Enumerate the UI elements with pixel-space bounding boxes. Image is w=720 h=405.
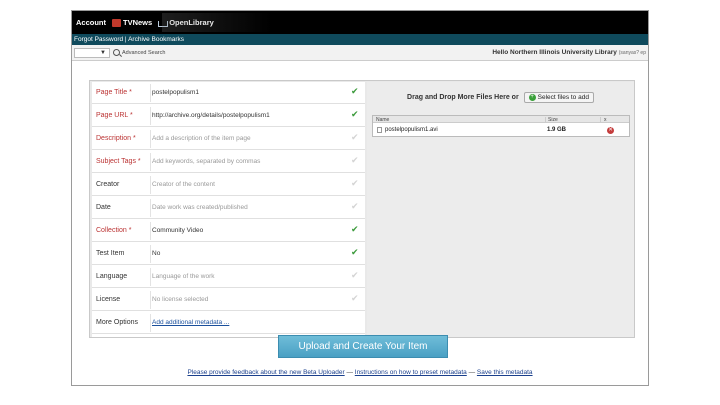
check-icon: ✔ xyxy=(351,86,359,96)
field-value-input[interactable]: No license selected xyxy=(152,296,348,303)
field-divider xyxy=(150,176,151,194)
form-row-more-options: More Options Add additional metadata ... xyxy=(92,312,365,334)
drop-zone-header: Drag and Drop More Files Here or + Select… xyxy=(367,92,634,104)
form-row-description: Description * Add a description of the it… xyxy=(92,128,365,150)
file-name: postelpopulism1.avi xyxy=(385,127,438,133)
field-label: Page Title * xyxy=(96,89,132,96)
instructions-link[interactable]: Instructions on how to preset metadata xyxy=(355,369,467,376)
field-divider xyxy=(150,199,151,217)
required-marker: * xyxy=(135,158,141,165)
field-label: License xyxy=(96,296,121,303)
field-divider xyxy=(150,84,151,102)
account-link[interactable]: Account xyxy=(76,18,106,27)
form-row-page-url: Page URL * http://archive.org/details/pos… xyxy=(92,105,365,127)
upload-create-button[interactable]: Upload and Create Your Item xyxy=(278,335,448,358)
field-value-input[interactable]: Add keywords, separated by commas xyxy=(152,158,348,165)
field-value-input[interactable]: postelpopulism1 xyxy=(152,89,348,96)
field-divider xyxy=(150,130,151,148)
field-divider xyxy=(150,245,151,263)
form-row-collection: Collection * Community Video ✔ xyxy=(92,220,365,242)
form-row-date: Date Date work was created/published ✔ xyxy=(92,197,365,219)
field-divider xyxy=(150,153,151,171)
openlibrary-link[interactable]: OpenLibrary xyxy=(169,18,214,27)
check-icon: ✔ xyxy=(351,109,359,119)
form-row-language: Language Language of the work ✔ xyxy=(92,266,365,288)
browser-page: Account TVNews OpenLibrary Forgot Passwo… xyxy=(71,10,649,386)
field-value-input[interactable]: http://archive.org/details/postelpopulis… xyxy=(152,112,348,119)
col-name-header[interactable]: Name xyxy=(376,117,389,123)
check-icon: ✔ xyxy=(351,224,359,234)
field-value-input[interactable]: No xyxy=(152,250,348,257)
field-label: Subject Tags * xyxy=(96,158,141,165)
field-divider xyxy=(150,314,151,332)
table-row[interactable]: postelpopulism1.avi 1.9 GB ✕ xyxy=(373,124,629,137)
field-value-input[interactable]: Language of the work xyxy=(152,273,348,280)
file-list-header: Name Size x xyxy=(373,116,629,123)
required-marker: * xyxy=(131,135,136,142)
field-value-input[interactable]: Creator of the content xyxy=(152,181,348,188)
top-nav-bar: Account TVNews OpenLibrary xyxy=(72,11,648,34)
required-marker: * xyxy=(126,227,132,234)
search-icon[interactable] xyxy=(113,49,120,56)
drag-drop-text: Drag and Drop More Files Here or xyxy=(407,94,519,102)
select-files-label: Select files to add xyxy=(537,94,589,102)
advanced-search-link[interactable]: Advanced Search xyxy=(122,48,165,58)
footer-separator: — xyxy=(346,369,353,376)
form-row-subject-tags: Subject Tags * Add keywords, separated by… xyxy=(92,151,365,173)
check-icon: ✔ xyxy=(351,155,359,165)
tv-icon xyxy=(112,18,121,27)
field-label: Language xyxy=(96,273,128,280)
greeting-suffix: (sanyas? ep xyxy=(618,50,646,56)
select-files-button[interactable]: + Select files to add xyxy=(523,92,594,104)
add-icon: + xyxy=(528,94,536,101)
file-list-table: Name Size x postelpopulism1.avi 1.9 GB ✕ xyxy=(372,115,630,137)
file-icon xyxy=(377,127,382,133)
upload-panel: Page Title * postelpopulism1 ✔ Page URL * ht… xyxy=(89,80,635,338)
check-icon: ✔ xyxy=(351,201,359,211)
greeting-text: Hello Northern Illinois University Libra… xyxy=(492,49,617,56)
tvnews-link[interactable]: TVNews xyxy=(123,18,152,27)
check-icon: ✔ xyxy=(351,293,359,303)
col-remove-header: x xyxy=(600,116,607,123)
field-divider xyxy=(150,291,151,309)
check-icon: ✔ xyxy=(351,247,359,257)
field-divider xyxy=(150,222,151,240)
check-icon: ✔ xyxy=(351,270,359,280)
add-metadata-link[interactable]: Add additional metadata ... xyxy=(152,319,348,326)
open-book-icon xyxy=(158,19,169,27)
account-subbar[interactable]: Forgot Password | Archive Bookmarks xyxy=(72,34,648,45)
check-icon: ✔ xyxy=(351,178,359,188)
form-row-test-item: Test Item No ✔ xyxy=(92,243,365,265)
feedback-link[interactable]: Please provide feedback about the new Be… xyxy=(187,369,344,376)
check-icon: ✔ xyxy=(351,132,359,142)
field-divider xyxy=(150,107,151,125)
form-row-creator: Creator Creator of the content ✔ xyxy=(92,174,365,196)
col-size-header[interactable]: Size xyxy=(545,116,558,123)
field-label: Creator xyxy=(96,181,120,188)
field-value-input[interactable]: Date work was created/published xyxy=(152,204,348,211)
remove-file-icon[interactable]: ✕ xyxy=(607,127,614,134)
search-scope-select[interactable]: ▼ xyxy=(74,48,110,58)
field-value-input[interactable]: Add a description of the item page xyxy=(152,135,348,142)
field-label: Page URL * xyxy=(96,112,133,119)
field-value-input[interactable]: Community Video xyxy=(152,227,348,234)
field-label: Date xyxy=(96,204,111,211)
save-metadata-link[interactable]: Save this metadata xyxy=(477,369,533,376)
footer-links: Please provide feedback about the new Be… xyxy=(72,369,648,376)
form-row-license: License No license selected ✔ xyxy=(92,289,365,311)
file-size: 1.9 GB xyxy=(547,127,567,133)
search-row: ▼ Advanced Search Hello Northern Illinoi… xyxy=(72,45,648,61)
required-marker: * xyxy=(127,89,132,96)
field-label: Test Item xyxy=(96,250,125,257)
files-pane: Drag and Drop More Files Here or + Select… xyxy=(367,82,634,337)
field-divider xyxy=(150,268,151,286)
form-row-page-title: Page Title * postelpopulism1 ✔ xyxy=(92,82,365,104)
footer-separator: — xyxy=(468,369,476,376)
metadata-form: Page Title * postelpopulism1 ✔ Page URL * ht… xyxy=(92,82,365,337)
user-greeting: Hello Northern Illinois University Libra… xyxy=(492,48,646,58)
required-marker: * xyxy=(128,112,133,119)
field-label: More Options xyxy=(96,319,139,326)
field-label: Collection * xyxy=(96,227,132,234)
field-label: Description * xyxy=(96,135,136,142)
